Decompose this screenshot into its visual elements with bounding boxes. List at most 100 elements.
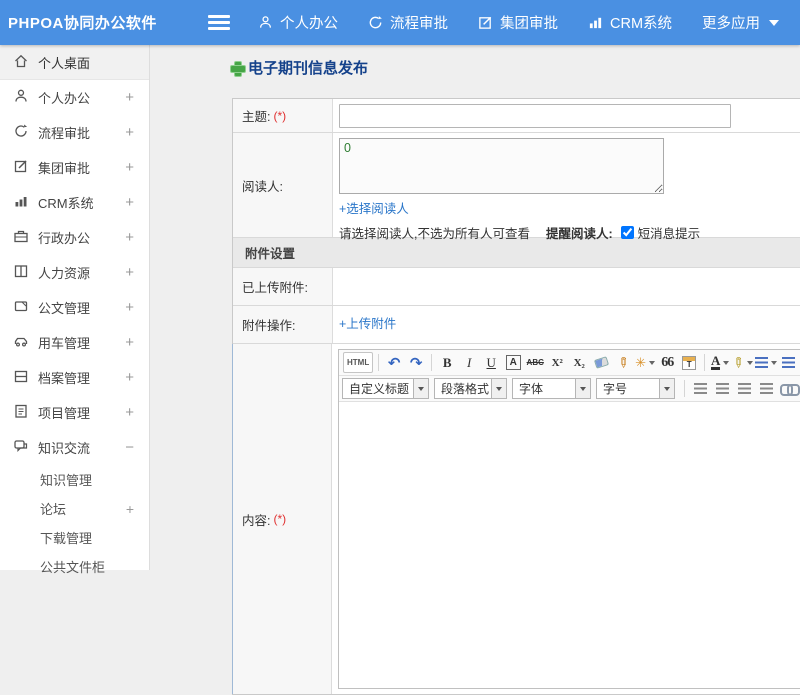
font-family-dropdown[interactable]: 字体 [512, 378, 592, 399]
align-center-icon[interactable] [715, 383, 729, 394]
align-right-icon[interactable] [737, 383, 751, 394]
collapse-icon: − [125, 439, 134, 456]
align-left-icon[interactable] [693, 383, 707, 394]
bar-chart-icon [13, 193, 29, 212]
sidebar-item-document-mgmt[interactable]: 公文管理 + [0, 290, 149, 325]
required-mark: (*) [273, 108, 287, 123]
attachment-section-header: 附件设置 [233, 238, 800, 268]
align-justify-icon[interactable] [759, 383, 773, 394]
highlight-button[interactable]: ✏ [731, 352, 753, 373]
font-size-dropdown[interactable]: 字号 [596, 378, 676, 399]
custom-title-dropdown[interactable]: 自定义标题 [342, 378, 430, 399]
nav-item-personal-office[interactable]: 个人办公 [258, 12, 338, 33]
nav-item-group-approval[interactable]: 集团审批 [478, 12, 558, 33]
link-icon[interactable] [779, 384, 800, 396]
sidebar-item-process-approval[interactable]: 流程审批 + [0, 115, 149, 150]
unordered-list-button[interactable] [779, 352, 799, 373]
plus-icon [230, 60, 246, 77]
bold-button[interactable]: B [437, 352, 457, 373]
main-content: 电子期刊信息发布 主题: (*) 阅读人: 0 +选择阅读人 请选择阅读人,不选… [150, 45, 800, 695]
briefcase-icon [13, 228, 29, 247]
readers-hint-text: 请选择阅读人,不选为所有人可查看 [339, 227, 530, 241]
chevron-down-icon [769, 19, 780, 26]
sidebar-item-personal-office[interactable]: 个人办公 + [0, 80, 149, 115]
chevron-down-icon [770, 360, 777, 365]
unordered-list-icon [782, 357, 796, 368]
ordered-list-button[interactable] [754, 352, 777, 373]
readers-label: 阅读人: [233, 133, 333, 237]
autotypeset-button[interactable]: ✳ [635, 352, 656, 373]
subject-row: 主题: (*) [233, 99, 800, 133]
sidebar-subitem-knowledge-mgmt[interactable]: 知识管理 [0, 465, 149, 494]
uploaded-attachments-label: 已上传附件: [233, 268, 333, 305]
sidebar-item-personal-desktop[interactable]: 个人桌面 [0, 45, 149, 80]
subject-label: 主题: (*) [233, 99, 333, 132]
select-readers-link[interactable]: +选择阅读人 [339, 198, 409, 217]
redo-icon[interactable]: ↷ [406, 352, 426, 373]
nav-item-crm[interactable]: CRM系统 [588, 12, 672, 33]
sidebar-item-knowledge-exchange[interactable]: 知识交流 − [0, 430, 149, 465]
eraser-icon[interactable] [593, 356, 609, 369]
page-title: 电子期刊信息发布 [230, 57, 368, 78]
clipboard-icon [13, 403, 29, 422]
app-logo: PHPOA协同办公软件 [8, 15, 157, 32]
required-mark: (*) [273, 512, 287, 526]
top-nav: 个人办公 流程审批 集团审批 CRM系统 更多应用 [258, 12, 780, 33]
paste-text-icon[interactable]: T [682, 355, 697, 370]
sidebar-item-group-approval[interactable]: 集团审批 + [0, 150, 149, 185]
magic-wand-icon: ✳ [635, 354, 647, 370]
bar-chart-icon [588, 15, 603, 30]
nav-item-more-apps[interactable]: 更多应用 [702, 12, 780, 33]
italic-button[interactable]: I [459, 352, 479, 373]
attachment-action-row: 附件操作: +上传附件 [233, 306, 800, 344]
paragraph-format-dropdown[interactable]: 段落格式 [434, 378, 508, 399]
sidebar-item-admin-office[interactable]: 行政办公 + [0, 220, 149, 255]
sidebar-subitem-public-file-cabinet[interactable]: 公共文件柜 [0, 552, 149, 581]
undo-icon[interactable]: ↶ [384, 352, 404, 373]
subscript-button[interactable]: X₂ [569, 352, 589, 373]
editor-toolbar-row2: 自定义标题 段落格式 字体 字号 [339, 376, 800, 402]
book-icon [13, 263, 29, 282]
sidebar-subitem-forum[interactable]: 论坛 + [0, 494, 149, 523]
html-source-button[interactable]: HTML [343, 352, 374, 373]
sidebar-item-hr[interactable]: 人力资源 + [0, 255, 149, 290]
sidebar-item-crm[interactable]: CRM系统 + [0, 185, 149, 220]
publish-form: 主题: (*) 阅读人: 0 +选择阅读人 请选择阅读人,不选为所有人可查看 提… [232, 98, 800, 695]
menu-toggle-icon[interactable] [208, 15, 230, 30]
chevron-down-icon [413, 379, 429, 398]
sidebar-item-vehicle-mgmt[interactable]: 用车管理 + [0, 325, 149, 360]
sidebar: 个人桌面 个人办公 + 流程审批 + 集团审批 + CRM系统 + 行政办公 +… [0, 45, 150, 575]
font-color-button[interactable]: A [710, 352, 730, 373]
readers-row: 阅读人: 0 +选择阅读人 请选择阅读人,不选为所有人可查看 提醒阅读人: 短消… [233, 133, 800, 241]
strikethrough-button[interactable]: ABC [525, 352, 545, 373]
upload-attachment-link[interactable]: +上传附件 [339, 313, 396, 332]
font-border-button[interactable]: A [505, 355, 521, 370]
blockquote-button[interactable]: 66 [657, 352, 677, 373]
ordered-list-icon [754, 357, 768, 368]
content-row: 内容: (*) HTML ↶ ↷ B I U A ABC X² X₂ ✏ ✳ 6… [232, 344, 800, 694]
process-refresh-icon [13, 123, 29, 142]
sidebar-item-archive-mgmt[interactable]: 档案管理 + [0, 360, 149, 395]
editor-toolbar-row1: HTML ↶ ↷ B I U A ABC X² X₂ ✏ ✳ 66 T A ✏ [339, 350, 800, 376]
sms-remind-checkbox[interactable] [620, 226, 634, 239]
edit-icon [13, 158, 29, 177]
editor-content-area[interactable] [339, 402, 800, 688]
chevron-down-icon [491, 379, 507, 398]
document-icon [13, 298, 29, 317]
sidebar-item-project-mgmt[interactable]: 项目管理 + [0, 395, 149, 430]
sidebar-subitem-download-mgmt[interactable]: 下载管理 [0, 523, 149, 552]
sms-hint-label: 短消息提示 [637, 227, 701, 241]
nav-item-process-approval[interactable]: 流程审批 [368, 12, 448, 33]
readers-textarea[interactable]: 0 [339, 138, 664, 194]
person-icon [13, 88, 29, 107]
app-header: PHPOA协同办公软件 个人办公 流程审批 集团审批 CRM系统 更多应用 [0, 0, 800, 45]
subject-input[interactable] [339, 104, 731, 128]
person-icon [258, 15, 273, 30]
format-brush-icon[interactable]: ✏ [613, 353, 634, 373]
rich-text-editor: HTML ↶ ↷ B I U A ABC X² X₂ ✏ ✳ 66 T A ✏ … [338, 349, 800, 689]
chevron-down-icon [649, 360, 656, 365]
underline-button[interactable]: U [481, 352, 501, 373]
archive-icon [13, 368, 29, 387]
uploaded-attachments-value [333, 268, 800, 305]
superscript-button[interactable]: X² [547, 352, 567, 373]
